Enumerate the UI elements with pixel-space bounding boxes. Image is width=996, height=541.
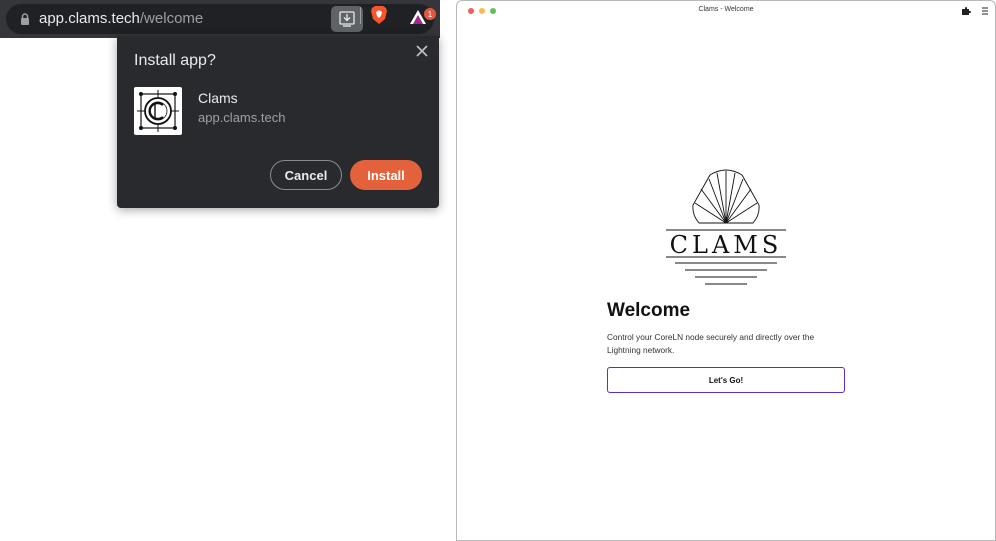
install-button[interactable]: Install	[350, 160, 422, 190]
welcome-description: Control your CoreLN node securely and di…	[607, 332, 815, 355]
puzzle-icon[interactable]	[961, 6, 971, 16]
toolbar-divider	[360, 7, 361, 24]
welcome-heading: Welcome	[607, 300, 691, 321]
lets-go-button[interactable]: Let's Go!	[607, 367, 845, 393]
install-app-icon	[339, 11, 355, 27]
cancel-button[interactable]: Cancel	[270, 160, 342, 190]
clams-app-icon	[134, 87, 182, 135]
url-path: /welcome	[139, 10, 204, 27]
url-text[interactable]: app.clams.tech/welcome	[39, 10, 203, 27]
window-title: Clams - Welcome	[698, 6, 754, 13]
clams-shell-logo: CLAMS	[665, 167, 787, 287]
install-app-button[interactable]	[331, 6, 363, 32]
rewards-badge: 1	[428, 10, 433, 19]
app-name: Clams	[198, 90, 238, 106]
install-app-dialog: Install app? Clams app.clams.tech Cancel…	[117, 36, 439, 208]
app-window: Clams - Welcome CLAMS Welcome Control yo…	[456, 0, 996, 541]
close-icon[interactable]	[413, 42, 431, 60]
app-origin: app.clams.tech	[198, 110, 286, 125]
lock-icon[interactable]	[18, 12, 32, 26]
browser-toolbar: app.clams.tech/welcome 1	[0, 0, 440, 38]
logo-text: CLAMS	[669, 231, 783, 259]
menu-icon[interactable]	[981, 6, 989, 16]
window-titlebar[interactable]: Clams - Welcome	[457, 1, 995, 21]
brave-rewards-icon[interactable]: 1	[404, 5, 438, 27]
url-host: app.clams.tech	[39, 10, 140, 27]
brave-icon[interactable]	[368, 4, 390, 26]
dialog-title: Install app?	[134, 52, 216, 69]
